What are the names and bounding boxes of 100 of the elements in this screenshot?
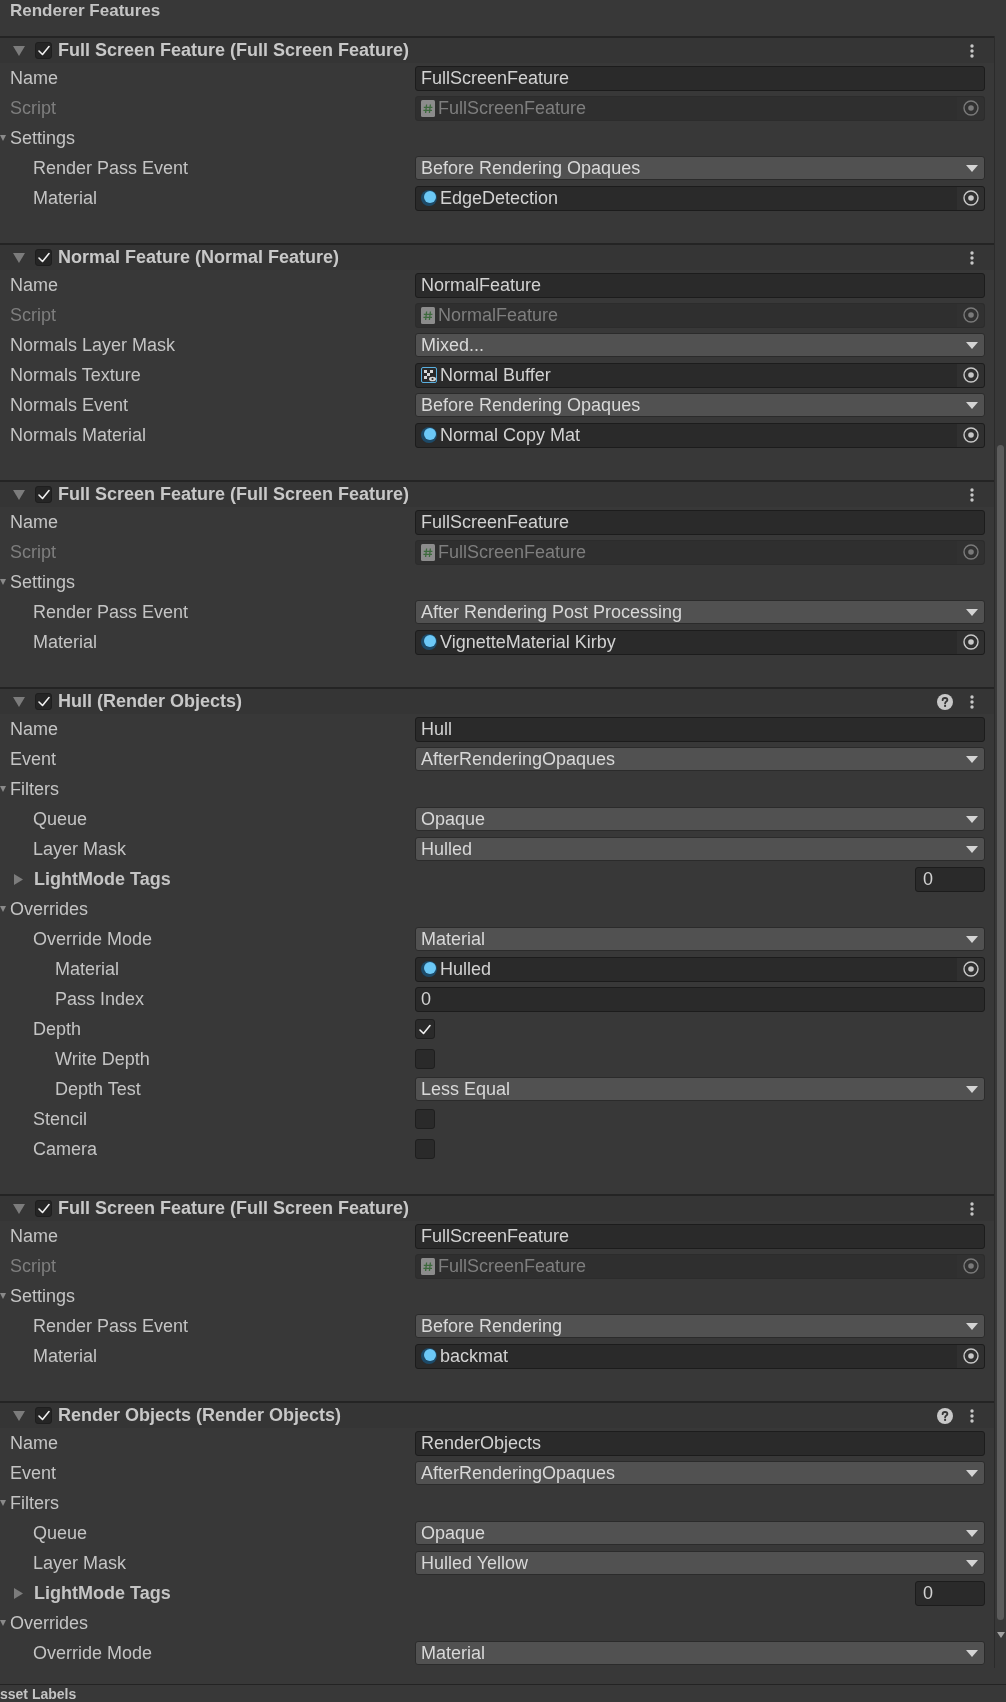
text-field[interactable]: FullScreenFeature: [415, 65, 985, 91]
dropdown[interactable]: Less Equal: [415, 1077, 985, 1101]
object-field[interactable]: backmat: [415, 1343, 985, 1369]
target-icon: [962, 544, 979, 560]
number-field[interactable]: 0: [915, 866, 985, 892]
field-label: Write Depth: [55, 1048, 150, 1069]
dropdown[interactable]: Before Rendering Opaques: [415, 393, 985, 417]
checkbox[interactable]: [35, 693, 52, 710]
text-field[interactable]: NormalFeature: [415, 272, 985, 298]
checkmark-icon: [37, 1203, 50, 1214]
kebab-menu-icon[interactable]: [970, 43, 974, 58]
object-field[interactable]: EdgeDetection: [415, 185, 985, 211]
object-picker-button[interactable]: [957, 1344, 984, 1368]
text-field[interactable]: Hull: [415, 716, 985, 742]
feature-title: Hull (Render Objects): [58, 690, 243, 713]
scroll-down-arrow-icon[interactable]: [996, 1632, 1005, 1638]
section-label[interactable]: Filters: [10, 1489, 59, 1517]
object-picker-button[interactable]: [957, 186, 984, 210]
foldout-triangle-icon[interactable]: [0, 135, 6, 141]
checkbox[interactable]: [35, 486, 52, 503]
field-label: Normals Layer Mask: [10, 334, 176, 355]
dropdown[interactable]: Mixed...: [415, 333, 985, 357]
dropdown[interactable]: Before Rendering Opaques: [415, 156, 985, 180]
kebab-menu-icon[interactable]: [970, 250, 974, 265]
checkbox[interactable]: [35, 42, 52, 59]
section-label[interactable]: Settings: [10, 124, 76, 152]
foldout-triangle-icon[interactable]: [13, 696, 25, 707]
field-label: Event: [10, 748, 57, 769]
field-label: Script: [10, 541, 56, 562]
section-title: sset Labels: [0, 1686, 77, 1702]
dropdown[interactable]: Opaque: [415, 1521, 985, 1545]
caret-icon: [966, 845, 978, 853]
dropdown[interactable]: Material: [415, 1641, 985, 1665]
hash-file-icon: [421, 543, 435, 561]
object-field[interactable]: Normal Buffer: [415, 362, 985, 388]
checkbox[interactable]: [415, 1049, 435, 1069]
checkbox[interactable]: [35, 1407, 52, 1424]
foldout-triangle-icon[interactable]: [0, 786, 6, 792]
foldout-triangle-icon[interactable]: [13, 45, 25, 56]
text-field[interactable]: FullScreenFeature: [415, 1223, 985, 1249]
kebab-menu-icon[interactable]: [970, 1408, 974, 1423]
dropdown[interactable]: AfterRenderingOpaques: [415, 747, 985, 771]
checkmark-icon: [37, 489, 50, 500]
object-picker-button[interactable]: [957, 423, 984, 447]
foldout-triangle-icon[interactable]: [13, 1410, 25, 1421]
checkbox[interactable]: [415, 1139, 435, 1159]
foldout-triangle-icon[interactable]: [0, 1620, 6, 1626]
dropdown[interactable]: AfterRenderingOpaques: [415, 1461, 985, 1485]
caret-icon: [966, 815, 978, 823]
foldout-triangle-icon[interactable]: [0, 1293, 6, 1299]
foldout-triangle-icon[interactable]: [13, 489, 25, 500]
object-field[interactable]: VignetteMaterial Kirby: [415, 629, 985, 655]
section-label[interactable]: LightMode Tags: [34, 1579, 171, 1607]
object-picker-button[interactable]: [957, 630, 984, 654]
section-label[interactable]: Settings: [10, 1282, 76, 1310]
dropdown[interactable]: Material: [415, 927, 985, 951]
foldout-triangle-icon[interactable]: [13, 1203, 25, 1214]
dropdown[interactable]: After Rendering Post Processing: [415, 600, 985, 624]
section-label[interactable]: Filters: [10, 775, 59, 803]
help-icon[interactable]: [937, 1407, 953, 1424]
caret-icon: [966, 1649, 978, 1657]
field-label: Render Pass Event: [33, 157, 189, 178]
field-label: Script: [10, 1255, 56, 1276]
foldout-triangle-icon[interactable]: [13, 252, 25, 263]
section-label[interactable]: Overrides: [10, 1609, 89, 1637]
help-icon[interactable]: [937, 693, 953, 710]
text-field[interactable]: FullScreenFeature: [415, 509, 985, 535]
section-label[interactable]: LightMode Tags: [34, 865, 171, 893]
dropdown[interactable]: Opaque: [415, 807, 985, 831]
dropdown[interactable]: Hulled Yellow: [415, 1551, 985, 1575]
target-icon: [962, 961, 979, 977]
text-field[interactable]: 0: [415, 986, 985, 1012]
number-field[interactable]: 0: [915, 1580, 985, 1606]
dropdown[interactable]: Hulled: [415, 837, 985, 861]
foldout-triangle-icon[interactable]: [0, 1500, 6, 1506]
foldout-triangle-icon[interactable]: [14, 1587, 23, 1599]
target-icon: [962, 427, 979, 443]
section-label[interactable]: Overrides: [10, 895, 89, 923]
target-icon: [962, 1348, 979, 1364]
text-field[interactable]: RenderObjects: [415, 1430, 985, 1456]
object-field[interactable]: Normal Copy Mat: [415, 422, 985, 448]
foldout-triangle-icon[interactable]: [0, 579, 6, 585]
kebab-menu-icon[interactable]: [970, 487, 974, 502]
checkbox[interactable]: [35, 1200, 52, 1217]
kebab-menu-icon[interactable]: [970, 1201, 974, 1216]
scrollbar-thumb[interactable]: [997, 445, 1004, 1620]
field-label: Queue: [33, 1522, 88, 1543]
object-picker-button[interactable]: [957, 363, 984, 387]
kebab-menu-icon[interactable]: [970, 694, 974, 709]
caret-icon: [966, 1469, 978, 1477]
foldout-triangle-icon[interactable]: [14, 873, 23, 885]
section-label[interactable]: Settings: [10, 568, 76, 596]
checkbox[interactable]: [35, 249, 52, 266]
checkbox[interactable]: [415, 1019, 435, 1039]
object-field[interactable]: Hulled: [415, 956, 985, 982]
object-picker-button[interactable]: [957, 957, 984, 981]
dropdown[interactable]: Before Rendering: [415, 1314, 985, 1338]
checkbox[interactable]: [415, 1109, 435, 1129]
foldout-triangle-icon[interactable]: [0, 906, 6, 912]
field-label: Override Mode: [33, 928, 153, 949]
